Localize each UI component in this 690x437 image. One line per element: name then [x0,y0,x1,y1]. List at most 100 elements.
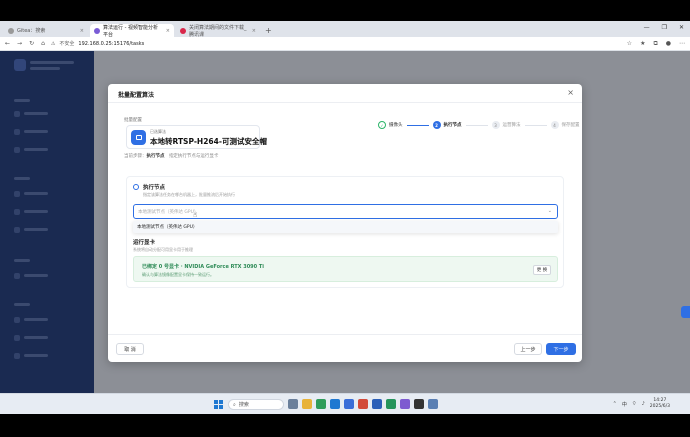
windows-start-icon[interactable] [214,400,223,409]
node-select-placeholder: 本地测试节点（英伟达 GPU） [138,210,199,215]
step-connector [524,124,547,126]
bookmark-star-icon[interactable]: ☆ [627,40,632,48]
tab-label: Gitea：搜索 [17,28,46,34]
window-close-icon[interactable]: ✕ [679,24,684,31]
new-tab-icon[interactable]: + [265,26,272,35]
step-connector [465,124,488,126]
cancel-button[interactable]: 取 消 [116,343,144,355]
search-icon: ⌕ [233,401,236,408]
algorithm-sub-label: 已选算法 [150,129,166,134]
taskbar-apps [288,399,438,409]
step-save: 4 保存配置 [550,121,580,129]
step-node: 2 执行节点 [432,121,462,129]
tray-chevron-icon[interactable]: ⌃ [613,401,617,407]
algorithm-name: 本地转RTSP-H264-可测试安全帽 [150,137,267,146]
step-label: 保存配置 [561,123,580,128]
window-controls: — ❐ ✕ [644,24,684,31]
current-step-hint: 指定执行节点与运行显卡 [168,154,219,159]
network-icon[interactable]: ⌔ [632,401,637,407]
gpu-assigned-text: 已绑定 0 号显卡 · NVIDIA GeForce RTX 3090 Ti [142,264,264,270]
selected-algorithm-card: 已选算法 本地转RTSP-H264-可测试安全帽 [126,125,267,149]
vscode-icon[interactable] [372,399,382,409]
app-icon[interactable] [428,399,438,409]
node-section-icon [133,184,139,190]
node-option[interactable]: 本地测试节点（英伟达 GPU） [137,224,197,230]
insecure-icon: ⚠ [50,40,56,47]
file-explorer-icon[interactable] [302,399,312,409]
algorithm-icon [131,130,146,145]
modal-title: 批量配置算法 [118,92,155,99]
browser-tab-download[interactable]: 关闭算法期间的文件下载_腾讯课 × [176,24,260,38]
app-icon[interactable] [344,399,354,409]
app-icon[interactable] [358,399,368,409]
tab-favicon-icon [94,27,100,34]
stepper: ✓ 摄像头 2 执行节点 3 运营算法 4 保存配置 [378,121,580,129]
tab-favicon-icon [180,27,186,34]
url-field[interactable]: ⚠ 不安全 192.168.0.25:15176/tasks [50,40,145,48]
divider [108,102,582,103]
previous-step-button[interactable]: 上一步 [514,343,542,355]
current-step-name: 执行节点 [146,154,165,159]
system-tray: ⌃ 中 ⌔ ♪ 14:27 2025/6/3 [613,398,670,410]
extensions-icon[interactable]: ⧉ [653,40,657,48]
edge-float-button[interactable] [681,306,690,318]
minimize-icon[interactable]: — [644,24,650,31]
address-bar: ← → ↻ ⌂ ⚠ 不安全 192.168.0.25:15176/tasks ☆… [0,37,690,51]
step-connector [406,124,429,126]
back-icon[interactable]: ← [5,40,10,47]
profile-icon[interactable]: ● [666,40,671,48]
step-label: 执行节点 [443,123,462,128]
step-number: 3 [491,121,500,129]
app-icon[interactable] [316,399,326,409]
insecure-label: 不安全 [59,41,75,47]
tab-close-icon[interactable]: × [252,28,256,34]
step-number: 4 [550,121,559,129]
letterbox-bottom [0,414,690,437]
tab-label: 算法运行 - 视频智能分析平台 [103,24,158,38]
browser-tab-bar: Gitea：搜索 × 算法运行 - 视频智能分析平台 × 关闭算法期间的文件下载… [0,21,690,38]
screen: Gitea：搜索 × 算法运行 - 视频智能分析平台 × 关闭算法期间的文件下载… [0,21,690,414]
tab-favicon-icon [8,27,14,34]
step-number: 2 [432,121,441,129]
edge-browser-icon[interactable] [330,399,340,409]
tab-close-icon[interactable]: × [166,28,170,34]
change-gpu-button[interactable]: 更 换 [533,265,551,275]
batch-config-label: 批量配置 [124,118,142,123]
app-icon[interactable] [386,399,396,409]
step-check-icon: ✓ [378,121,386,129]
input-method-label[interactable]: 中 [622,401,627,408]
reload-icon[interactable]: ↻ [29,40,34,47]
favorites-icon[interactable]: ★ [640,40,645,48]
maximize-icon[interactable]: ❐ [662,24,667,31]
tab-close-icon[interactable]: × [80,28,84,34]
node-section-title: 执行节点 [143,185,166,191]
menu-icon[interactable]: ⋯ [679,40,685,48]
modal-close-icon[interactable]: × [567,88,574,97]
node-dropdown: 本地测试节点（英伟达 GPU） [133,221,558,233]
terminal-icon[interactable] [414,399,424,409]
task-view-icon[interactable] [288,399,298,409]
browser-tab-algorithm[interactable]: 算法运行 - 视频智能分析平台 × [90,24,174,38]
step-algorithm: 3 运营算法 [491,121,521,129]
taskbar-search[interactable]: ⌕ 搜索 [228,399,284,410]
step-camera: ✓ 摄像头 [378,121,403,129]
step-label: 运营算法 [502,123,521,128]
tab-label: 关闭算法期间的文件下载_腾讯课 [189,24,247,38]
taskbar-search-label: 搜索 [238,402,249,408]
gpu-assigned-box: 已绑定 0 号显卡 · NVIDIA GeForce RTX 3090 Ti 确… [133,256,558,282]
app-icon[interactable] [400,399,410,409]
taskbar: ⌕ 搜索 ⌃ 中 ⌔ ♪ 14:27 2025/6/3 [0,393,690,414]
home-icon[interactable]: ⌂ [41,40,45,47]
batch-config-modal: 批量配置算法 × 批量配置 已选算法 本地转RTSP-H264-可测试安全帽 当… [108,84,582,362]
chevron-down-icon: ⌄ [547,208,552,214]
current-step-prefix: 当前步骤： [124,154,147,159]
clock-date: 2025/6/3 [649,404,670,409]
browser-toolbar-icons: ☆ ★ ⧉ ● ⋯ [627,40,685,48]
forward-icon[interactable]: → [17,40,22,47]
url-text: 192.168.0.25:15176/tasks [78,40,145,47]
footer-divider [108,334,582,335]
next-step-button[interactable]: 下一步 [546,343,576,355]
clock[interactable]: 14:27 2025/6/3 [650,398,670,410]
browser-tab-gitea[interactable]: Gitea：搜索 × [4,24,88,37]
volume-icon[interactable]: ♪ [642,401,645,407]
